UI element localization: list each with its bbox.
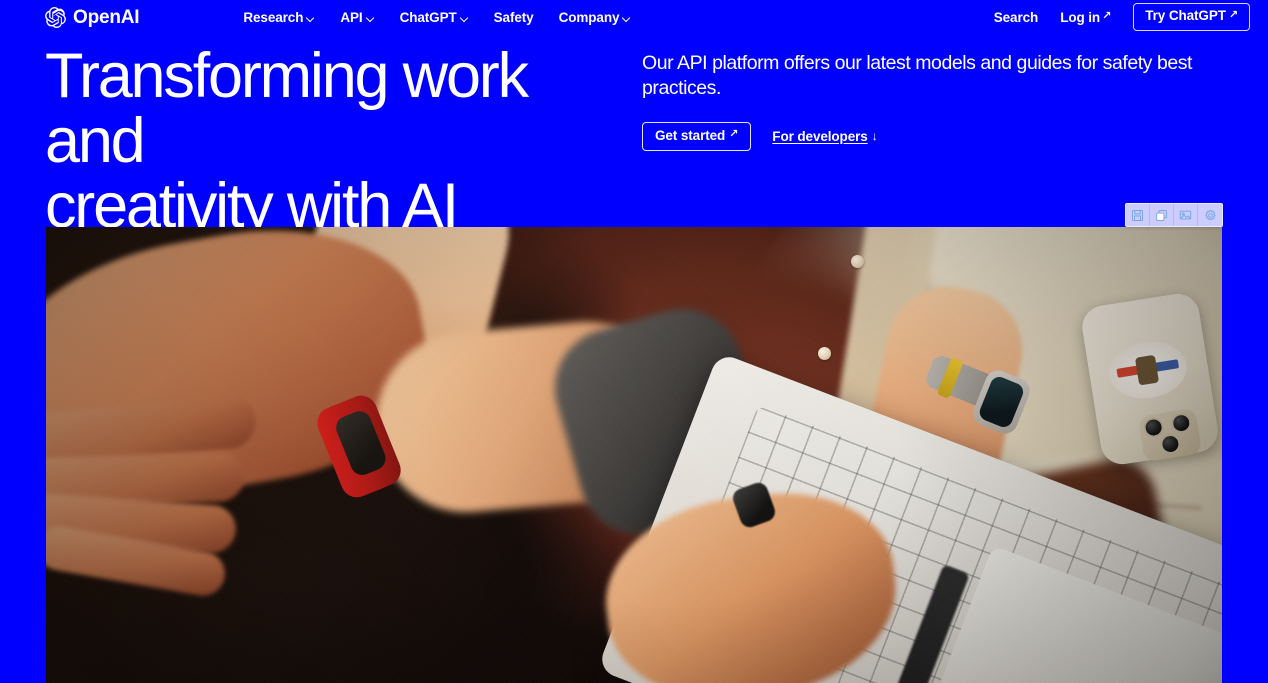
chevron-down-icon xyxy=(622,14,631,23)
primary-nav: Research API ChatGPT Safety Company xyxy=(243,10,631,25)
nav-item-label: ChatGPT xyxy=(399,9,457,25)
nav-item-safety[interactable]: Safety xyxy=(494,10,534,25)
nav-item-label: Company xyxy=(558,9,620,25)
openai-homepage: OpenAI Research API ChatGPT Safety Compa… xyxy=(0,0,1268,683)
photo-phone-camera-lens xyxy=(1142,416,1166,439)
image-icon[interactable] xyxy=(1174,204,1198,226)
image-hover-toolbar[interactable] xyxy=(1125,203,1223,227)
search-button[interactable]: Search xyxy=(993,9,1039,25)
nav-item-api[interactable]: API xyxy=(340,10,374,25)
openai-logo-icon xyxy=(45,6,66,28)
get-started-label: Get started xyxy=(655,128,726,144)
try-chatgpt-button[interactable]: Try ChatGPT ↗ xyxy=(1133,3,1250,31)
page-title: Transforming work and creativity with AI xyxy=(45,41,529,241)
settings-icon[interactable] xyxy=(1198,204,1222,226)
photo-phone-camera-module xyxy=(1137,407,1203,463)
brand-logo-link[interactable]: OpenAI xyxy=(45,6,140,28)
site-navbar: OpenAI Research API ChatGPT Safety Compa… xyxy=(0,0,1268,34)
arrow-up-right-icon: ↗ xyxy=(1228,9,1238,21)
nav-item-chatgpt[interactable]: ChatGPT xyxy=(400,10,469,25)
nav-item-company[interactable]: Company xyxy=(559,10,632,25)
save-icon[interactable] xyxy=(1126,204,1150,226)
login-label: Log in xyxy=(1060,9,1101,25)
nav-item-label: API xyxy=(340,9,363,25)
nav-item-research[interactable]: Research xyxy=(243,10,315,25)
hero-photo-canvas xyxy=(46,227,1222,683)
copy-icon[interactable] xyxy=(1150,204,1174,226)
photo-shirt-button xyxy=(818,347,831,360)
arrow-up-right-icon: ↗ xyxy=(1102,9,1112,22)
photo-phone-camera-lens xyxy=(1169,411,1193,435)
login-link[interactable]: Log in ↗ xyxy=(1060,10,1111,25)
photo-phone-camera-lens xyxy=(1158,432,1182,456)
nav-item-label: Safety xyxy=(493,9,534,25)
hero-section: Transforming work and creativity with AI… xyxy=(0,34,1268,239)
photo-shirt-button xyxy=(851,255,864,268)
chevron-down-icon xyxy=(460,14,469,23)
hero-right-column: Our API platform offers our latest model… xyxy=(637,34,1250,227)
utility-nav: Search Log in ↗ Try ChatGPT ↗ xyxy=(994,3,1250,31)
hero-image xyxy=(46,227,1222,683)
get-started-button[interactable]: Get started ↗ xyxy=(642,122,752,151)
hero-subtitle: Our API platform offers our latest model… xyxy=(642,52,1193,99)
for-developers-link[interactable]: For developers ↓ xyxy=(772,129,877,144)
nav-item-label: Research xyxy=(243,9,304,25)
chevron-down-icon xyxy=(366,14,375,23)
for-developers-label: For developers xyxy=(772,128,868,144)
hero-actions: Get started ↗ For developers ↓ xyxy=(642,122,1250,151)
brand-name: OpenAI xyxy=(73,6,140,28)
try-chatgpt-label: Try ChatGPT xyxy=(1145,8,1226,24)
hero-left-column: Transforming work and creativity with AI xyxy=(45,34,637,239)
arrow-down-icon: ↓ xyxy=(871,129,878,144)
chevron-down-icon xyxy=(306,14,315,23)
search-label: Search xyxy=(993,9,1039,25)
arrow-up-right-icon: ↗ xyxy=(729,128,739,141)
